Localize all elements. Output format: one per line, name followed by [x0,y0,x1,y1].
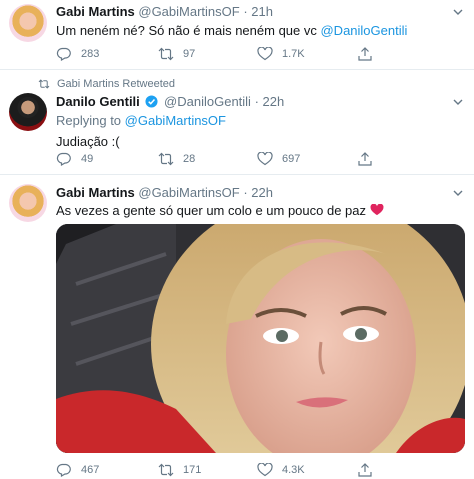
tweet[interactable]: Gabi Martins @GabiMartinsOF · 22h As vez… [0,176,474,479]
heart-emoji [370,203,384,216]
like-icon [257,152,273,166]
like-count: 1.7K [282,48,305,60]
share-button[interactable] [358,462,381,478]
author-name[interactable]: Gabi Martins [56,185,135,200]
reply-count: 467 [81,464,100,476]
avatar[interactable] [9,184,47,222]
reply-icon [56,47,71,61]
retweet-icon [38,79,50,89]
replying-to-label: Replying to @GabiMartinsOF [56,113,226,128]
retweeted-by-label: Gabi Martins Retweeted [38,78,175,90]
avatar[interactable] [9,4,47,42]
caret-down-icon[interactable] [452,6,464,18]
tweet-text: Um neném né? Só não é mais neném que vc … [56,23,407,38]
like-icon [257,463,273,477]
like-count: 697 [282,153,301,165]
share-icon [358,47,372,61]
retweet-icon [158,152,174,166]
tweet-header: Danilo Gentili @DaniloGentili · 22h [56,94,285,109]
selfie-photo [56,224,465,453]
retweet-icon [158,463,174,477]
author-handle[interactable]: @GabiMartinsOF [138,185,239,200]
share-icon [358,152,372,166]
like-icon [257,47,273,61]
share-icon [358,463,372,477]
reply-button[interactable]: 467 [56,462,99,478]
like-button[interactable]: 697 [257,151,300,167]
reply-count: 283 [81,48,100,60]
tweet[interactable]: Gabi Martins @GabiMartinsOF · 21h Um nen… [0,0,474,70]
tweet[interactable]: Gabi Martins Retweeted Danilo Gentili @D… [0,71,474,175]
retweet-button[interactable]: 171 [158,462,201,478]
replying-to-prefix: Replying to [56,113,125,128]
author-handle[interactable]: @GabiMartinsOF [138,4,239,19]
reply-icon [56,463,71,477]
like-button[interactable]: 1.7K [257,46,305,62]
replying-to-link[interactable]: @GabiMartinsOF [125,113,226,128]
tweet-time[interactable]: 21h [251,4,273,19]
tweet-text-body: As vezes a gente só quer um colo e um po… [56,203,367,218]
tweet-time[interactable]: 22h [263,94,285,109]
caret-down-icon[interactable] [452,96,464,108]
caret-down-icon[interactable] [452,187,464,199]
retweeted-by-text[interactable]: Gabi Martins Retweeted [57,78,175,90]
reply-button[interactable]: 283 [56,46,99,62]
retweet-count: 97 [183,48,196,60]
tweet-text: As vezes a gente só quer um colo e um po… [56,203,384,218]
share-button[interactable] [358,46,381,62]
reply-count: 49 [81,153,94,165]
author-name[interactable]: Gabi Martins [56,4,135,19]
like-count: 4.3K [282,464,305,476]
like-button[interactable]: 4.3K [257,462,305,478]
tweet-actions: 49 28 697 [56,151,474,167]
retweet-icon [158,47,174,61]
author-handle[interactable]: @DaniloGentili [164,94,251,109]
reply-button[interactable]: 49 [56,151,93,167]
tweet-time[interactable]: 22h [251,185,273,200]
author-name[interactable]: Danilo Gentili [56,94,140,109]
tweet-photo[interactable] [56,224,465,453]
retweet-count: 28 [183,153,196,165]
retweet-button[interactable]: 28 [158,151,195,167]
reply-icon [56,152,71,166]
verified-badge-icon [145,95,158,108]
share-button[interactable] [358,151,381,167]
retweet-button[interactable]: 97 [158,46,195,62]
tweet-header: Gabi Martins @GabiMartinsOF · 21h [56,4,273,19]
avatar[interactable] [9,93,47,131]
tweet-actions: 467 171 4.3K [56,462,474,478]
tweet-text: Judiação :( [56,134,120,149]
retweet-count: 171 [183,464,202,476]
tweet-actions: 283 97 1.7K [56,46,474,62]
mention-link[interactable]: @DaniloGentili [320,23,407,38]
tweet-header: Gabi Martins @GabiMartinsOF · 22h [56,185,273,200]
tweet-text-body: Um neném né? Só não é mais neném que vc [56,23,321,38]
